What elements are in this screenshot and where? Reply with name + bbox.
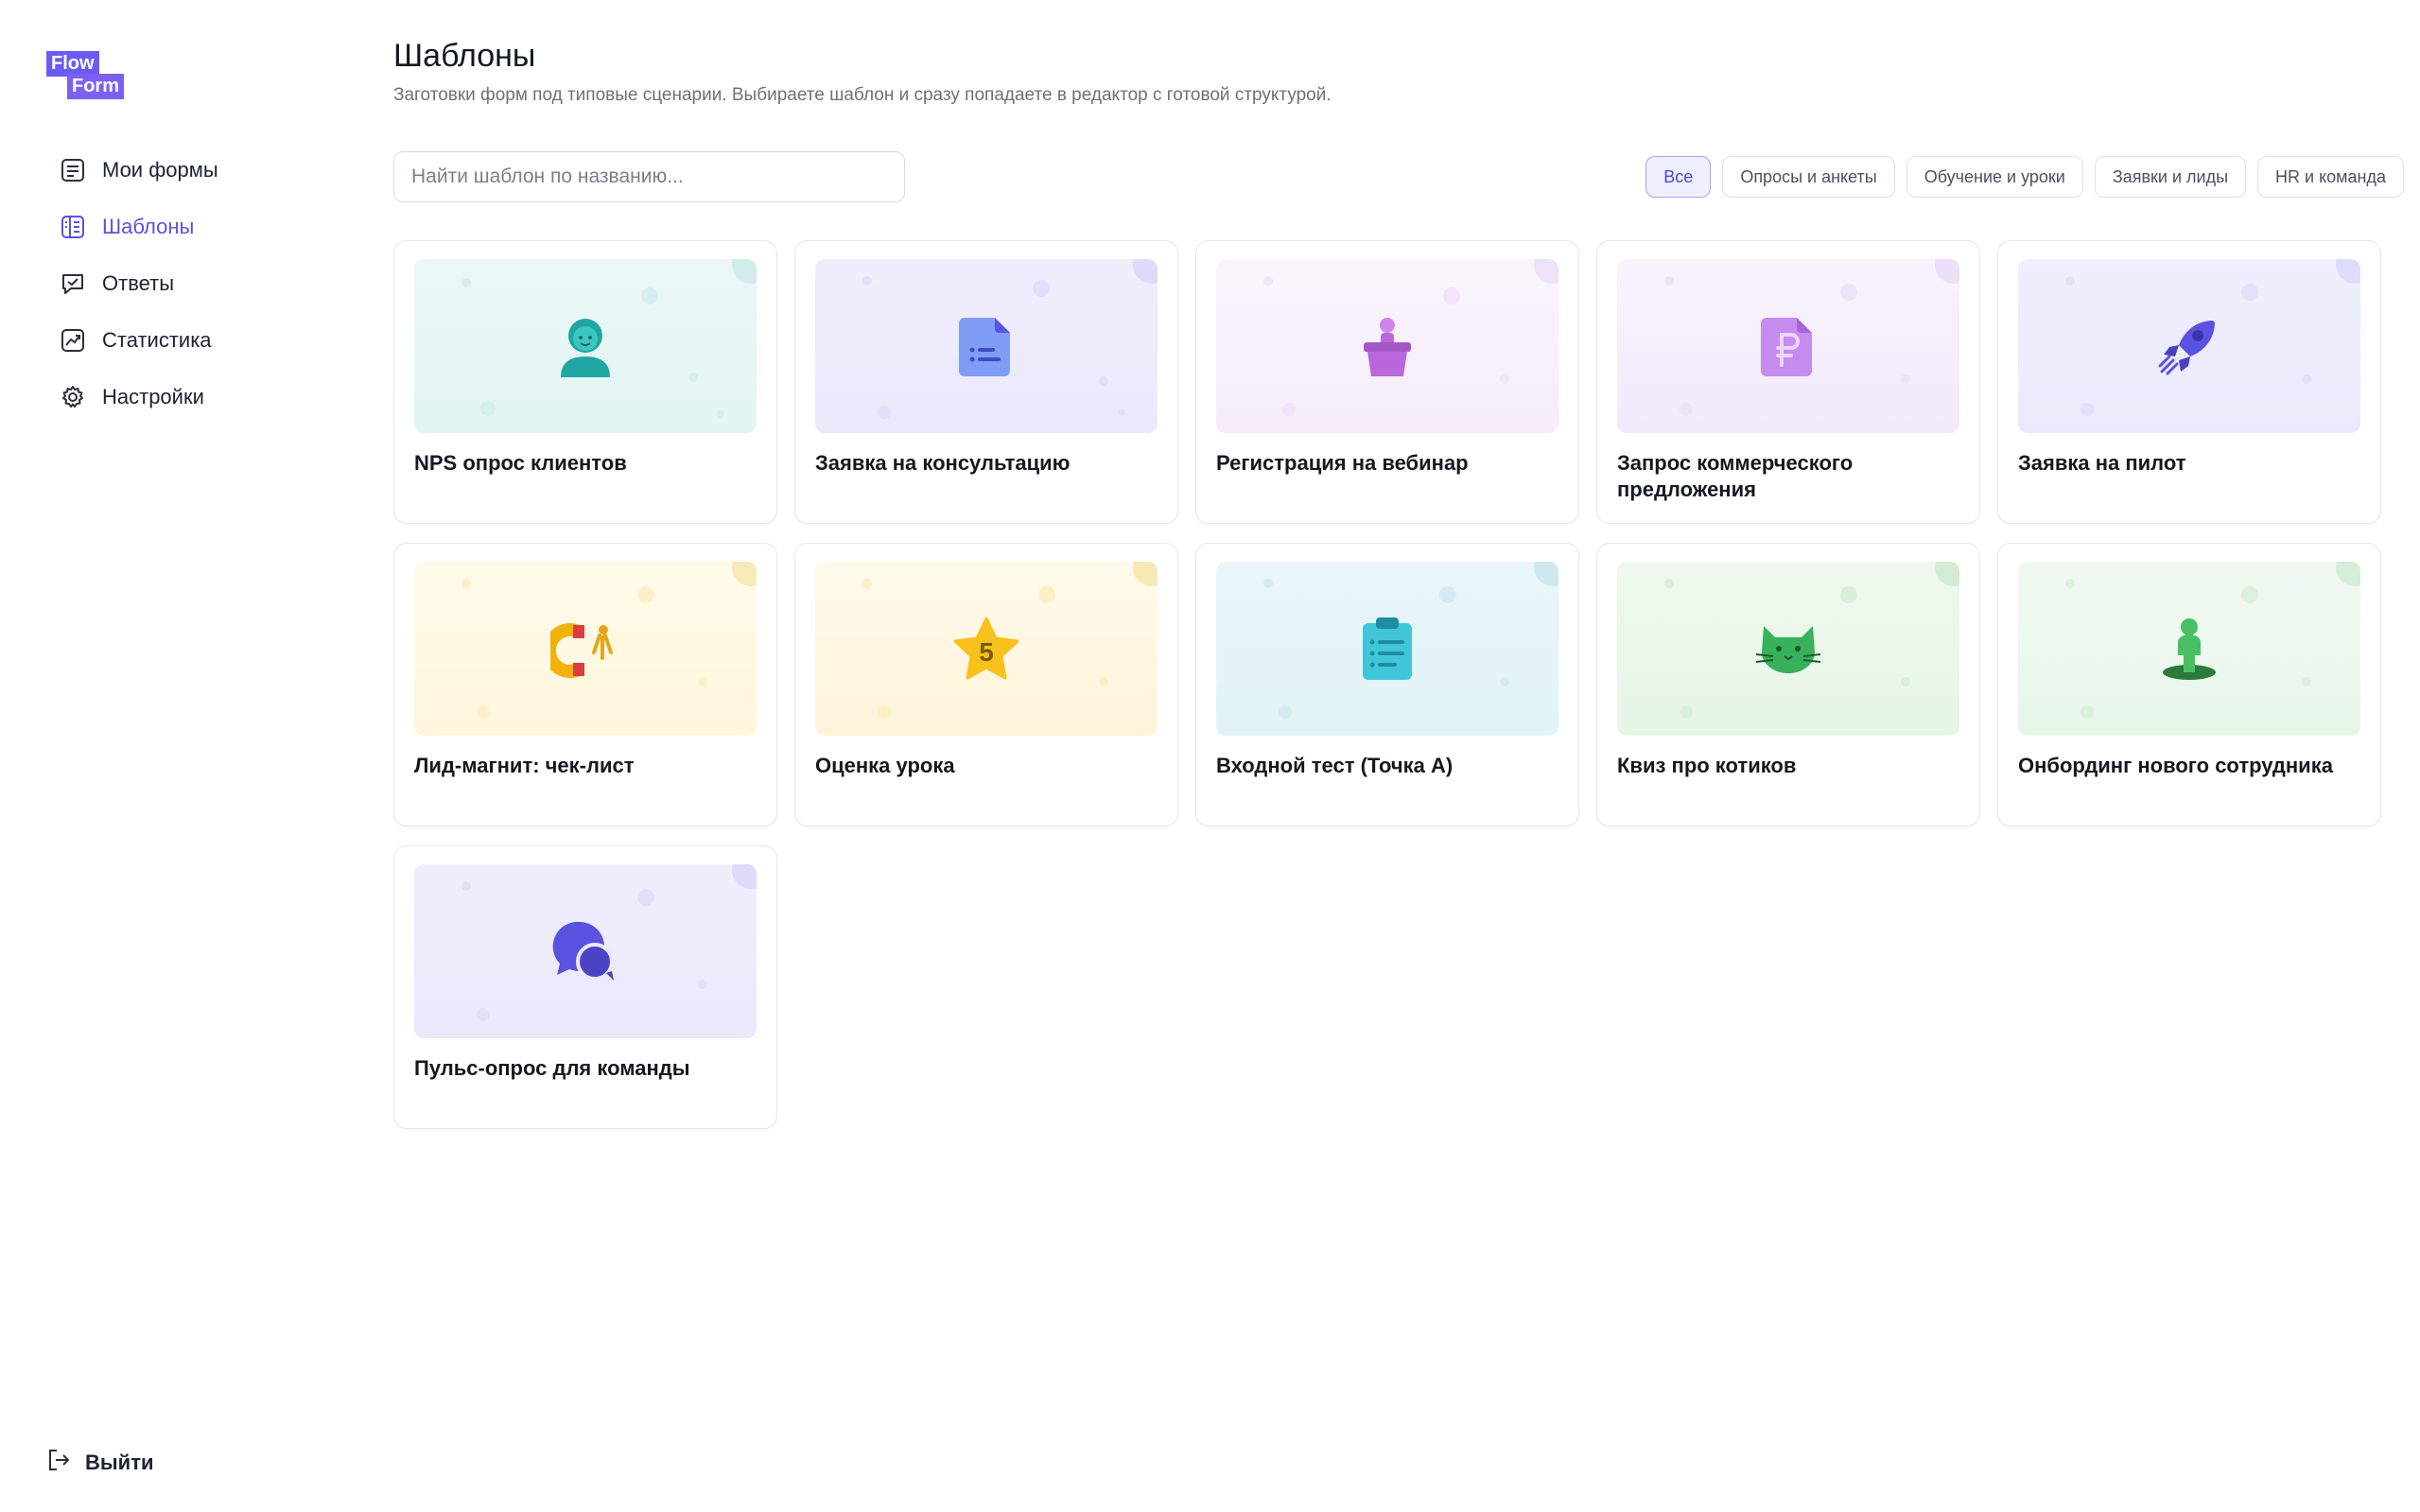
page-subtitle: Заготовки форм под типовые сценарии. Выб… (393, 85, 1332, 105)
gear-icon (59, 383, 87, 411)
filter-chip-all[interactable]: Все (1645, 156, 1712, 198)
template-thumbnail (1617, 562, 1959, 736)
sidebar-item-my-forms[interactable]: Мои формы (59, 142, 342, 199)
customer-icon (561, 319, 610, 377)
template-title: Заявка на пилот (2018, 451, 2186, 475)
template-card-pilot[interactable]: Заявка на пилот (1997, 240, 2381, 524)
template-title: Пульс-опрос для команды (414, 1056, 690, 1080)
template-thumbnail (1617, 259, 1959, 433)
template-thumbnail (1216, 562, 1558, 736)
template-card-pulse-survey[interactable]: Пульс-опрос для команды (393, 845, 777, 1129)
template-title: Онбординг нового сотрудника (2018, 754, 2333, 777)
sidebar-item-answers[interactable]: Ответы (59, 255, 342, 312)
logout-label: Выйти (85, 1450, 154, 1474)
template-thumbnail (815, 259, 1158, 433)
sidebar-item-templates[interactable]: Шаблоны (59, 199, 342, 255)
template-card-entrance-test[interactable]: Входной тест (Точка А) (1195, 543, 1579, 826)
sidebar-item-label: Шаблоны (102, 215, 195, 238)
logo-line-2: Form (67, 74, 124, 99)
search-input[interactable] (393, 151, 905, 202)
sidebar-item-stats[interactable]: Статистика (59, 312, 342, 369)
rocket-icon (2158, 321, 2215, 375)
cat-icon (1755, 626, 1821, 673)
ruble-document-icon (1761, 318, 1812, 376)
template-card-lead-magnet[interactable]: Лид-магнит: чек-лист (393, 543, 777, 826)
template-card-webinar[interactable]: Регистрация на вебинар (1195, 240, 1579, 524)
sidebar-item-settings[interactable]: Настройки (59, 369, 342, 426)
template-thumbnail (2018, 259, 2360, 433)
filter-chip-education[interactable]: Обучение и уроки (1906, 156, 2083, 198)
sidebar-item-label: Настройки (102, 385, 204, 408)
logout-button[interactable]: Выйти (45, 1447, 154, 1478)
template-thumbnail (1216, 259, 1558, 433)
magnet-icon (550, 623, 613, 678)
templates-icon (59, 213, 87, 241)
template-title: Заявка на консультацию (815, 451, 1071, 475)
template-title: NPS опрос клиентов (414, 451, 627, 475)
template-thumbnail: 5 (815, 562, 1158, 736)
filter-chip-hr[interactable]: HR и команда (2257, 156, 2404, 198)
category-filters: Все Опросы и анкеты Обучение и уроки Зая… (1645, 156, 2404, 198)
person-on-spot-icon (2163, 618, 2216, 680)
document-icon (959, 318, 1010, 376)
template-card-nps[interactable]: NPS опрос клиентов (393, 240, 777, 524)
template-thumbnail (2018, 562, 2360, 736)
logo[interactable]: Flow Form (46, 51, 124, 100)
template-title: Регистрация на вебинар (1216, 451, 1469, 475)
logo-line-1: Flow (46, 51, 99, 77)
template-title: Запрос коммерческого предложения (1617, 451, 1854, 501)
star-5-icon: 5 (953, 617, 1019, 680)
sidebar-nav: Мои формы Шаблоны Ответы Статистика Наст… (59, 142, 342, 426)
template-card-onboarding[interactable]: Онбординг нового сотрудника (1997, 543, 2381, 826)
chat-bubbles-icon (552, 921, 614, 981)
template-thumbnail (414, 562, 757, 736)
star-badge-number: 5 (979, 637, 994, 667)
logout-icon (45, 1447, 72, 1478)
answers-icon (59, 269, 87, 298)
sidebar-item-label: Мои формы (102, 158, 218, 182)
template-card-cat-quiz[interactable]: Квиз про котиков (1596, 543, 1980, 826)
sidebar-item-label: Статистика (102, 328, 212, 352)
templates-grid: NPS опрос клиентов Заявка на консультаци… (393, 240, 2381, 1129)
template-thumbnail (414, 259, 757, 433)
template-title: Оценка урока (815, 754, 955, 777)
sidebar: Flow Form Мои формы Шаблоны Ответы Стати… (0, 0, 378, 1512)
forms-icon (59, 156, 87, 184)
filter-chip-leads[interactable]: Заявки и лиды (2094, 156, 2247, 198)
template-card-commercial-offer[interactable]: Запрос коммерческого предложения (1596, 240, 1980, 524)
template-card-lesson-rating[interactable]: 5 Оценка урока (794, 543, 1178, 826)
template-thumbnail (414, 864, 757, 1038)
page-title: Шаблоны (393, 38, 536, 74)
speaker-podium-icon (1364, 318, 1411, 376)
template-card-consultation[interactable]: Заявка на консультацию (794, 240, 1178, 524)
clipboard-icon (1363, 617, 1412, 680)
template-title: Лид-магнит: чек-лист (414, 754, 635, 777)
filter-chip-surveys[interactable]: Опросы и анкеты (1722, 156, 1895, 198)
stats-icon (59, 326, 87, 355)
template-title: Входной тест (Точка А) (1216, 754, 1454, 777)
sidebar-item-label: Ответы (102, 271, 175, 295)
template-title: Квиз про котиков (1617, 754, 1797, 777)
